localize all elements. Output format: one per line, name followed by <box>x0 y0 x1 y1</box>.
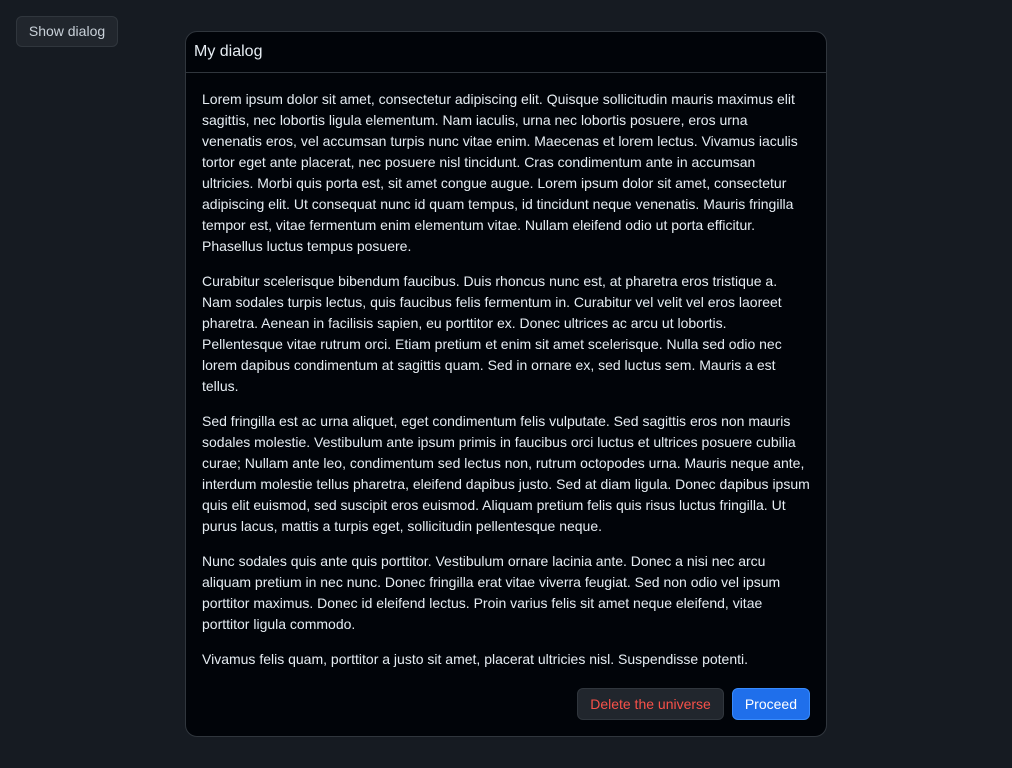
show-dialog-button[interactable]: Show dialog <box>16 16 118 47</box>
dialog-paragraph: Vivamus felis quam, porttitor a justo si… <box>202 651 748 667</box>
proceed-button[interactable]: Proceed <box>731 688 810 720</box>
dialog-body: Lorem ipsum dolor sit amet, consectetur … <box>186 73 826 670</box>
dialog-paragraph: Lorem ipsum dolor sit amet, consectetur … <box>202 91 798 254</box>
dialog-header: My dialog <box>186 32 826 73</box>
dialog-title: My dialog <box>194 43 263 60</box>
delete-universe-button[interactable]: Delete the universe <box>577 688 724 720</box>
dialog-footer: Delete the universe Proceed <box>577 688 810 720</box>
dialog-paragraph: Sed fringilla est ac urna aliquet, eget … <box>202 413 810 534</box>
dialog-paragraph: Nunc sodales quis ante quis porttitor. V… <box>202 553 781 632</box>
dialog: My dialog Lorem ipsum dolor sit amet, co… <box>185 31 827 737</box>
dialog-paragraph: Curabitur scelerisque bibendum faucibus.… <box>202 273 782 394</box>
